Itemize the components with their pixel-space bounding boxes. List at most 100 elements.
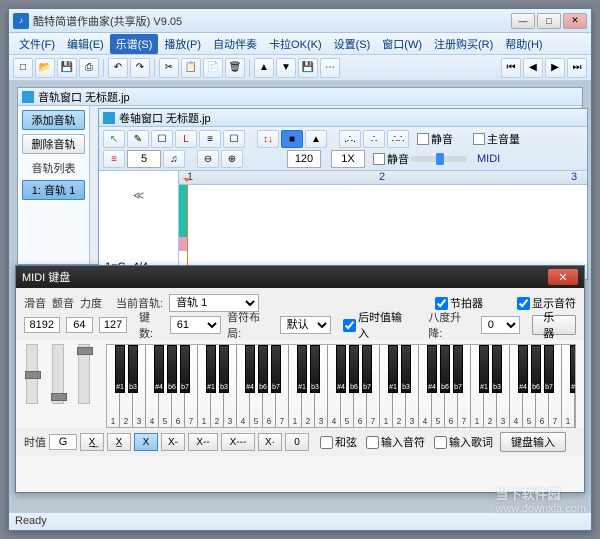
- rewind-button[interactable]: ◀: [523, 58, 543, 78]
- black-key[interactable]: b3: [310, 345, 320, 393]
- menu-karaoke[interactable]: 卡拉OK(K): [263, 34, 328, 54]
- menu-register[interactable]: 注册购买(R): [428, 34, 499, 54]
- midi-titlebar[interactable]: MIDI 键盘 ✕: [16, 266, 584, 288]
- redo-button[interactable]: ↷: [130, 58, 150, 78]
- slide-value[interactable]: 8192: [24, 317, 60, 333]
- pointer-tool[interactable]: ↖: [103, 130, 125, 148]
- menu-play[interactable]: 播放(P): [158, 34, 207, 54]
- menu-settings[interactable]: 设置(S): [328, 34, 377, 54]
- black-key[interactable]: #4: [154, 345, 164, 393]
- note-tool[interactable]: ♫: [163, 150, 185, 168]
- pencil-tool[interactable]: ✎: [127, 130, 149, 148]
- layout-select[interactable]: 默认: [280, 316, 331, 334]
- new-button[interactable]: □: [13, 58, 33, 78]
- mute2-checkbox[interactable]: [373, 153, 385, 165]
- play-button[interactable]: ▶: [545, 58, 565, 78]
- go-end-button[interactable]: ⏭: [567, 58, 587, 78]
- cut-button[interactable]: ✂: [159, 58, 179, 78]
- instrument-button[interactable]: 乐器: [532, 315, 576, 335]
- chord-checkbox[interactable]: [320, 436, 333, 449]
- velocity-slider[interactable]: [78, 344, 90, 404]
- close-button[interactable]: ✕: [563, 13, 587, 29]
- undo-button[interactable]: ↶: [108, 58, 128, 78]
- black-key[interactable]: b7: [362, 345, 372, 393]
- keys-select[interactable]: 61: [170, 316, 221, 334]
- minimize-button[interactable]: —: [511, 13, 535, 29]
- add-track-button[interactable]: 添加音轨: [22, 110, 85, 130]
- bars-tool[interactable]: ≡: [199, 130, 221, 148]
- up-button[interactable]: ▲: [254, 58, 274, 78]
- input-note-checkbox[interactable]: [366, 436, 379, 449]
- dur-7[interactable]: X·: [258, 433, 282, 451]
- black-key[interactable]: #1: [206, 345, 216, 393]
- master-checkbox[interactable]: [473, 133, 485, 145]
- vibrato-value[interactable]: 64: [66, 317, 94, 333]
- black-key[interactable]: b3: [128, 345, 138, 393]
- dur-3[interactable]: X: [134, 433, 158, 451]
- octave-select[interactable]: 0: [481, 316, 521, 334]
- black-key[interactable]: #1: [388, 345, 398, 393]
- print-button[interactable]: ⎙: [79, 58, 99, 78]
- black-key[interactable]: #4: [336, 345, 346, 393]
- dur-2[interactable]: X̲: [107, 433, 131, 451]
- menu-window[interactable]: 窗口(W): [376, 34, 428, 54]
- menu-accompany[interactable]: 自动伴奏: [207, 34, 263, 54]
- black-key[interactable]: b3: [401, 345, 411, 393]
- dur-6[interactable]: X---: [221, 433, 255, 451]
- speed-input[interactable]: 1X: [331, 150, 365, 168]
- open-button[interactable]: 📂: [35, 58, 55, 78]
- region-1[interactable]: [179, 185, 187, 237]
- dur-4[interactable]: X-: [161, 433, 185, 451]
- vibrato-slider[interactable]: [52, 344, 64, 404]
- zoom-input[interactable]: 120: [287, 150, 321, 168]
- delete-button[interactable]: 🗑: [225, 58, 245, 78]
- rect-tool[interactable]: ☐: [151, 130, 173, 148]
- arrows-tool[interactable]: ↕↓: [257, 130, 279, 148]
- black-key[interactable]: b3: [219, 345, 229, 393]
- ruler[interactable]: 1 2 3: [179, 171, 587, 185]
- black-key[interactable]: b6: [167, 345, 177, 393]
- black-key[interactable]: b7: [453, 345, 463, 393]
- mute-checkbox[interactable]: [417, 133, 429, 145]
- menu-score[interactable]: 乐谱(S): [110, 34, 159, 54]
- show-notes-checkbox[interactable]: [517, 297, 530, 310]
- input-lyric-checkbox[interactable]: [434, 436, 447, 449]
- menu-edit[interactable]: 编辑(E): [61, 34, 110, 54]
- black-key[interactable]: #1: [297, 345, 307, 393]
- piano-keyboard[interactable]: 123456712345671234567123456712345671 #1b…: [106, 344, 576, 428]
- extra1-button[interactable]: 💾: [298, 58, 318, 78]
- time-value-input[interactable]: G: [49, 434, 77, 450]
- box-tool[interactable]: ☐: [223, 130, 245, 148]
- velocity-value[interactable]: 127: [99, 317, 127, 333]
- go-start-button[interactable]: ⏮: [501, 58, 521, 78]
- dots2-tool[interactable]: ∴: [363, 130, 385, 148]
- main-titlebar[interactable]: ♪ 酷特简谱作曲家(共享版) V9.05 — □ ✕: [9, 9, 591, 33]
- black-key[interactable]: b6: [440, 345, 450, 393]
- after-input-checkbox[interactable]: [343, 319, 356, 332]
- dots1-tool[interactable]: .∴.: [339, 130, 361, 148]
- dur-5[interactable]: X--: [188, 433, 218, 451]
- midi-close-button[interactable]: ✕: [548, 269, 578, 285]
- black-key[interactable]: #4: [518, 345, 528, 393]
- black-key[interactable]: #4: [427, 345, 437, 393]
- dur-1[interactable]: X̲̲: [80, 433, 104, 451]
- volume-slider[interactable]: [411, 156, 467, 162]
- down-button[interactable]: ▼: [276, 58, 296, 78]
- bar-input[interactable]: 5: [127, 150, 161, 168]
- maximize-button[interactable]: □: [537, 13, 561, 29]
- paste-button[interactable]: 📄: [203, 58, 223, 78]
- slide-slider[interactable]: [26, 344, 38, 404]
- region-2[interactable]: [179, 237, 187, 251]
- black-key[interactable]: b6: [531, 345, 541, 393]
- menu-file[interactable]: 文件(F): [13, 34, 61, 54]
- dur-8[interactable]: 0: [285, 433, 309, 451]
- black-key[interactable]: b7: [180, 345, 190, 393]
- black-key[interactable]: #1: [570, 345, 576, 393]
- roll-window-titlebar[interactable]: 卷轴窗口 无标题.jp: [99, 109, 587, 127]
- l-tool[interactable]: L: [175, 130, 197, 148]
- black-key[interactable]: #1: [479, 345, 489, 393]
- black-key[interactable]: b3: [492, 345, 502, 393]
- fill-tool[interactable]: ■: [281, 130, 303, 148]
- copy-button[interactable]: 📋: [181, 58, 201, 78]
- tri-tool[interactable]: ▲: [305, 130, 327, 148]
